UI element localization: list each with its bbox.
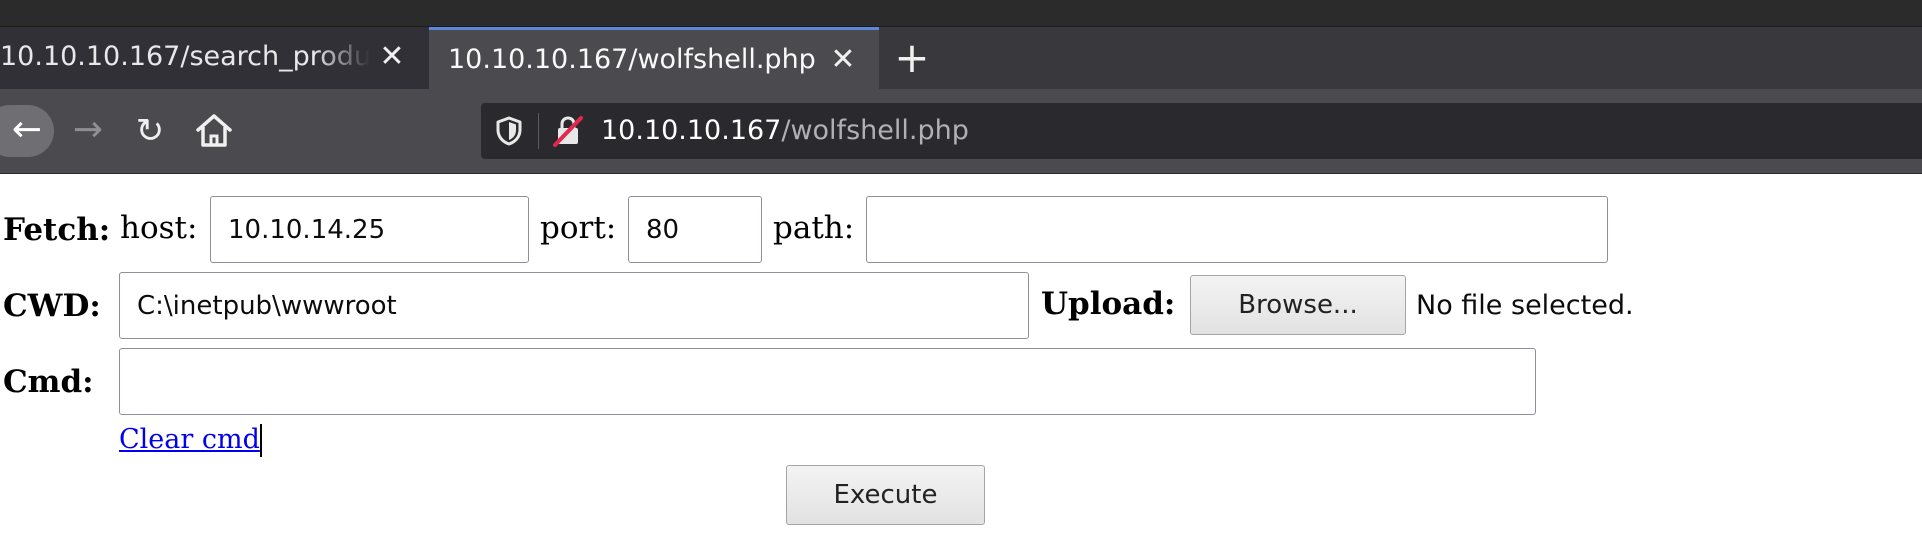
browse-button[interactable]: Browse... [1190, 275, 1406, 335]
fetch-label: Fetch: [3, 212, 111, 248]
execute-button[interactable]: Execute [786, 465, 985, 525]
path-label: path: [773, 210, 855, 246]
address-bar[interactable]: 10.10.10.167/wolfshell.php [481, 103, 1922, 159]
port-input[interactable] [628, 196, 762, 263]
clear-cmd-link[interactable]: Clear cmd [119, 424, 260, 456]
window-titlebar [0, 0, 1922, 27]
tab-title: 10.10.10.167/wolfshell.php [448, 44, 816, 75]
close-icon[interactable]: ✕ [823, 30, 863, 89]
reload-icon[interactable]: ↻ [128, 105, 172, 157]
host-label: host: [120, 210, 198, 246]
port-label: port: [540, 210, 617, 246]
tab-search-products[interactable]: 10.10.10.167/search_products.php ✕ [0, 27, 429, 89]
host-input[interactable] [210, 196, 529, 263]
url-text[interactable]: 10.10.10.167/wolfshell.php [601, 103, 969, 159]
url-host: 10.10.10.167 [601, 115, 782, 146]
close-icon[interactable]: ✕ [372, 27, 412, 86]
tab-title: 10.10.10.167/search_products.php [0, 41, 370, 72]
plus-icon[interactable]: + [890, 27, 934, 89]
cmd-input[interactable] [119, 348, 1536, 415]
tab-strip: 10.10.10.167/search_products.php ✕ 10.10… [0, 27, 1922, 89]
shield-icon[interactable] [495, 115, 523, 147]
cmd-label: Cmd: [3, 364, 94, 400]
insecure-lock-icon[interactable] [552, 114, 584, 148]
back-button[interactable]: ← [0, 105, 54, 157]
tab-wolfshell[interactable]: 10.10.10.167/wolfshell.php ✕ [429, 27, 879, 89]
url-path: /wolfshell.php [781, 115, 969, 146]
upload-label: Upload: [1041, 286, 1176, 322]
text-caret [260, 424, 262, 457]
home-icon[interactable] [192, 107, 236, 155]
forward-arrow-icon[interactable]: → [66, 105, 110, 157]
file-status-text: No file selected. [1416, 290, 1634, 321]
path-input[interactable] [866, 196, 1608, 263]
cwd-input[interactable] [119, 272, 1029, 339]
cwd-label: CWD: [3, 288, 101, 324]
navigation-toolbar: ← → ↻ 10.10.10.167/wolfshell.php [0, 89, 1922, 174]
url-divider [538, 113, 539, 149]
back-arrow-icon: ← [11, 109, 43, 150]
